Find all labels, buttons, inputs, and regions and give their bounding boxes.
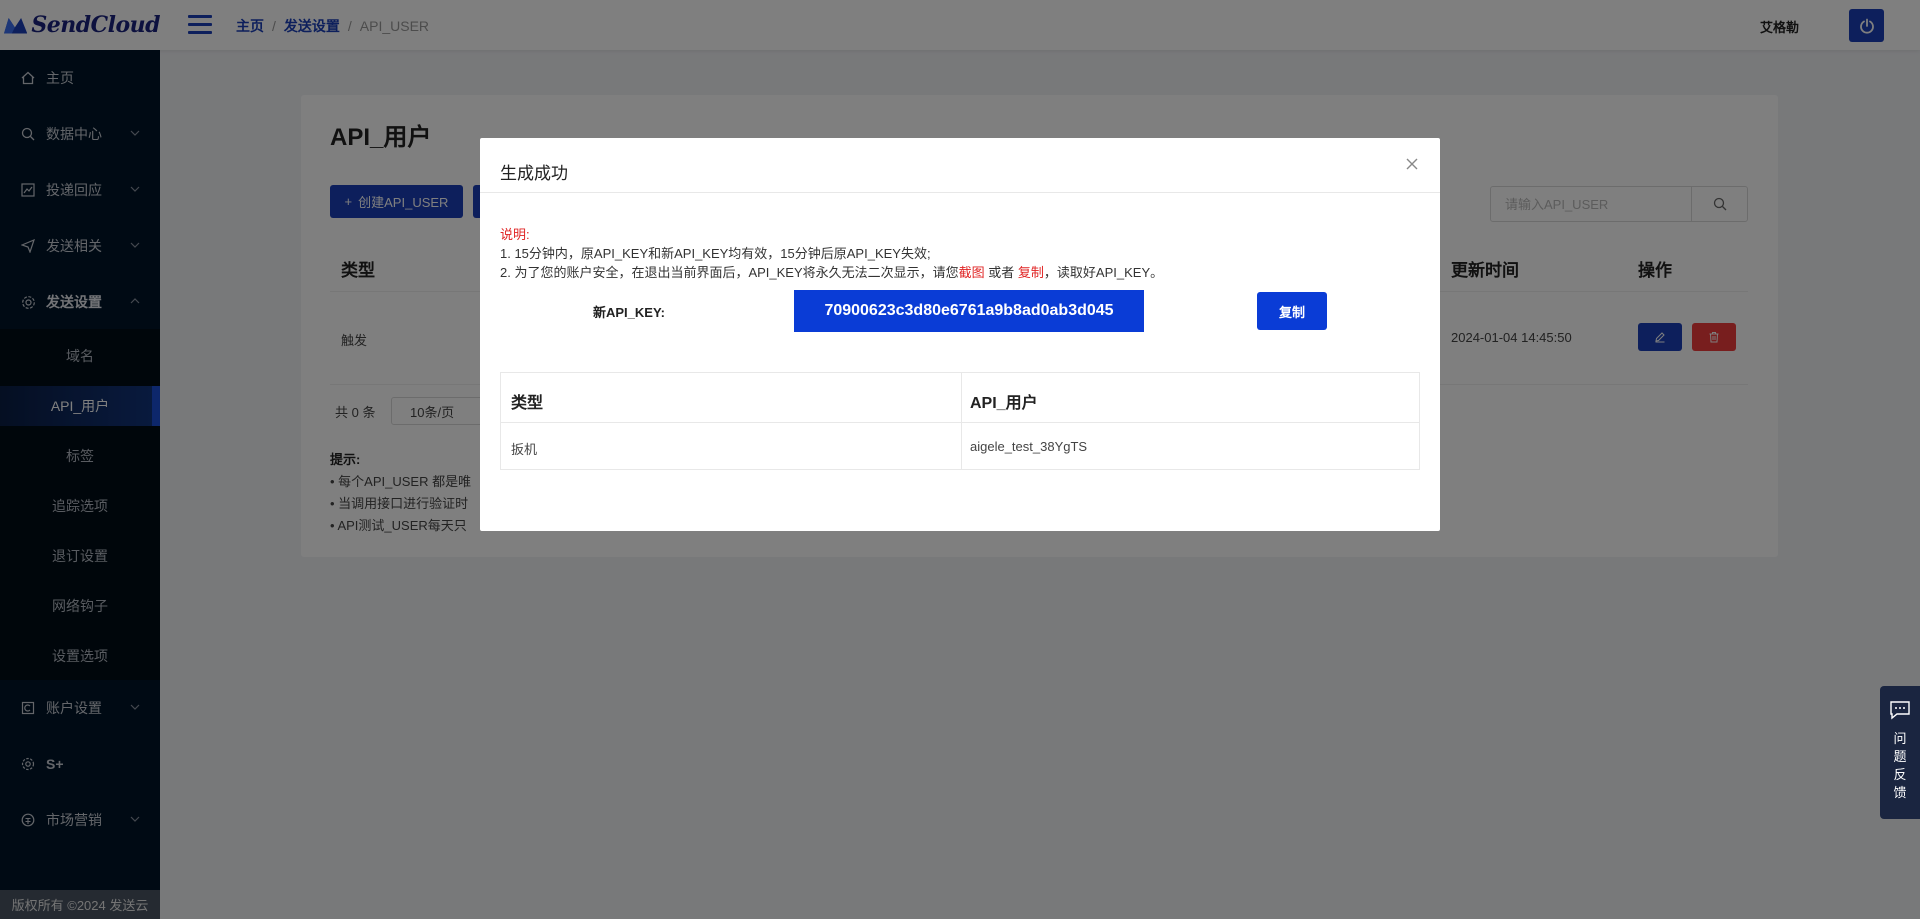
table-header-api-user: API_用户 [970,395,1038,412]
copy-button[interactable]: 复制 [1257,292,1327,330]
note-line-2: 2. 为了您的账户安全，在退出当前界面后，API_KEY将永久无法二次显示，请您… [500,265,1164,280]
note-label: 说明: [500,227,530,242]
note-line-1: 1. 15分钟内，原API_KEY和新API_KEY均有效，15分钟后原API_… [500,246,931,261]
dialog-header: 生成成功 [480,138,1440,193]
screenshot-link[interactable]: 截图 [959,265,985,280]
table-cell-api-user: aigele_test_38YgTS [970,439,1088,454]
feedback-label: 问题反馈 [1893,731,1907,800]
dialog-title: 生成成功 [500,164,568,183]
api-key-label: 新API_KEY: [593,305,665,320]
success-dialog: 生成成功 说明: 1. 15分钟内，原API_KEY和新API_KEY均有效，1… [480,138,1440,531]
table-header-type: 类型 [511,395,544,412]
close-icon[interactable] [1404,156,1420,172]
copy-link[interactable]: 复制 [1018,265,1044,280]
api-key-value: 70900623c3d80e6761a9b8ad0ab3d045 [794,290,1144,332]
table-cell-type: 扳机 [511,442,538,457]
api-user-table: 类型 API_用户 扳机 aigele_test_38YgTS [500,372,1420,470]
chat-icon [1890,701,1910,720]
feedback-widget[interactable]: 问题反馈 [1880,686,1920,819]
